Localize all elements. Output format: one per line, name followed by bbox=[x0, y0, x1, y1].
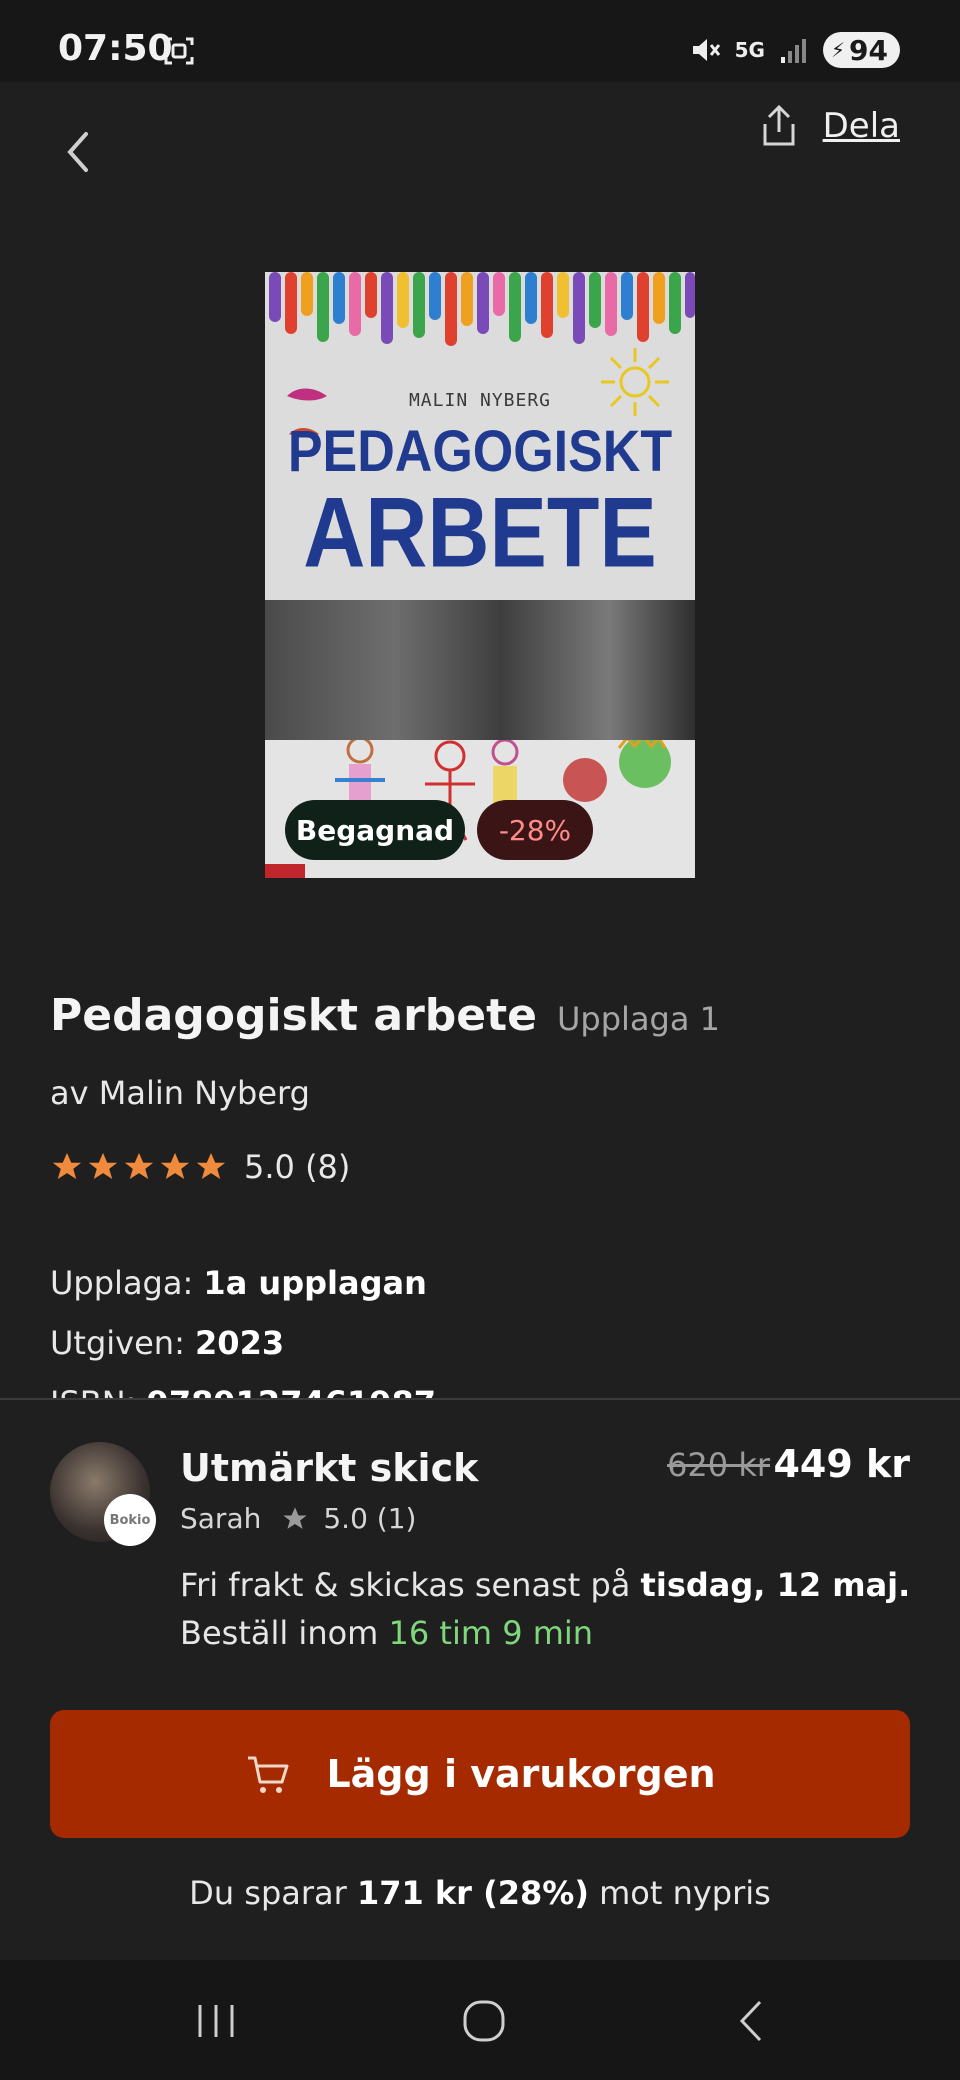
crayon-decoration bbox=[269, 272, 695, 346]
home-icon bbox=[463, 2000, 505, 2042]
status-bar: 07:50 5G ⚡ 94 bbox=[0, 0, 960, 82]
order-countdown: 16 tim 9 min bbox=[388, 1614, 594, 1652]
shipping-text: Fri frakt & skickas senast på bbox=[180, 1566, 641, 1604]
rating-value: 5.0 (8) bbox=[244, 1148, 351, 1186]
recent-apps-icon bbox=[198, 2005, 234, 2037]
battery-icon: ⚡ 94 bbox=[822, 32, 900, 68]
seller-avatar-badge: Bokio bbox=[104, 1494, 156, 1546]
cover-author: MALIN NYBERG bbox=[408, 390, 552, 411]
star-icon bbox=[283, 1506, 308, 1529]
book-cover-image[interactable]: MALIN NYBERG PEDAGOGISKT ARBETE bbox=[265, 272, 695, 878]
detail-published: Utgiven: 2023 bbox=[50, 1324, 284, 1362]
book-title: Pedagogiskt arbete bbox=[50, 990, 537, 1041]
order-deadline: Beställ inom 16 tim 9 min bbox=[180, 1614, 593, 1652]
savings-suffix: mot nypris bbox=[588, 1874, 771, 1912]
star-icon bbox=[88, 1152, 118, 1180]
price-current: 449 kr bbox=[773, 1442, 910, 1486]
shipping-info: Fri frakt & skickas senast på tisdag, 12… bbox=[180, 1566, 910, 1604]
add-to-cart-button[interactable]: Lägg i varukorgen bbox=[50, 1710, 910, 1838]
detail-edition-value: 1a upplagan bbox=[203, 1264, 427, 1302]
order-text: Beställ inom bbox=[180, 1614, 389, 1652]
share-button[interactable]: Dela bbox=[759, 104, 900, 148]
star-icon bbox=[124, 1152, 154, 1180]
cover-title-line1: PEDAGOGISKT bbox=[287, 419, 673, 485]
system-back-icon bbox=[739, 2000, 762, 2042]
book-edition: Upplaga 1 bbox=[557, 1000, 720, 1038]
savings-text: Du sparar 171 kr (28%) mot nypris bbox=[0, 1874, 960, 1912]
cover-publisher-strip bbox=[265, 864, 305, 878]
detail-edition: Upplaga: 1a upplagan bbox=[50, 1264, 427, 1302]
detail-isbn-value: 9789127461987 bbox=[147, 1384, 436, 1398]
star-icon bbox=[160, 1152, 190, 1180]
screenshot-icon bbox=[164, 37, 194, 65]
back-icon[interactable] bbox=[58, 128, 98, 176]
status-time: 07:50 bbox=[58, 28, 173, 69]
detail-edition-label: Upplaga: bbox=[50, 1264, 194, 1302]
cart-icon bbox=[248, 1756, 289, 1793]
star-icon bbox=[52, 1152, 82, 1180]
book-author[interactable]: av Malin Nyberg bbox=[50, 1074, 310, 1112]
condition-badge: Begagnad bbox=[285, 800, 465, 860]
detail-isbn: ISBN: 9789127461987 bbox=[50, 1384, 436, 1398]
home-button[interactable] bbox=[454, 1996, 514, 2046]
title-row: Pedagogiskt arbete Upplaga 1 bbox=[50, 990, 720, 1041]
status-right-group: 5G ⚡ 94 bbox=[689, 30, 900, 70]
shipping-date: tisdag, 12 maj. bbox=[640, 1566, 911, 1604]
star-icon bbox=[196, 1152, 226, 1180]
cover-children-photo bbox=[265, 600, 695, 740]
seller-rating: 5.0 (1) bbox=[323, 1502, 417, 1535]
star-rating bbox=[50, 1150, 228, 1184]
system-back-button[interactable] bbox=[722, 1996, 782, 2046]
detail-published-label: Utgiven: bbox=[50, 1324, 185, 1362]
savings-amount: 171 kr (28%) bbox=[356, 1874, 589, 1912]
share-label: Dela bbox=[822, 106, 900, 146]
system-nav-bar bbox=[0, 1960, 960, 2080]
mute-icon bbox=[692, 39, 720, 61]
listing-condition: Utmärkt skick bbox=[180, 1446, 479, 1490]
share-icon bbox=[763, 104, 795, 146]
signal-icon bbox=[780, 39, 806, 63]
recent-apps-button[interactable] bbox=[186, 1996, 246, 2046]
network-type: 5G bbox=[734, 38, 765, 62]
detail-published-value: 2023 bbox=[195, 1324, 285, 1362]
add-to-cart-label: Lägg i varukorgen bbox=[326, 1752, 716, 1796]
cover-title-line2: ARBETE bbox=[303, 477, 657, 589]
price-original: 620 kr bbox=[667, 1446, 770, 1484]
rating-row[interactable]: 5.0 (8) bbox=[50, 1148, 350, 1186]
savings-prefix: Du sparar bbox=[189, 1874, 357, 1912]
discount-badge: -28% bbox=[477, 800, 593, 860]
seller-row[interactable]: Sarah 5.0 (1) bbox=[180, 1502, 416, 1535]
detail-isbn-label: ISBN: bbox=[50, 1384, 136, 1398]
seller-name: Sarah bbox=[180, 1502, 262, 1535]
battery-level: 94 bbox=[849, 33, 888, 67]
